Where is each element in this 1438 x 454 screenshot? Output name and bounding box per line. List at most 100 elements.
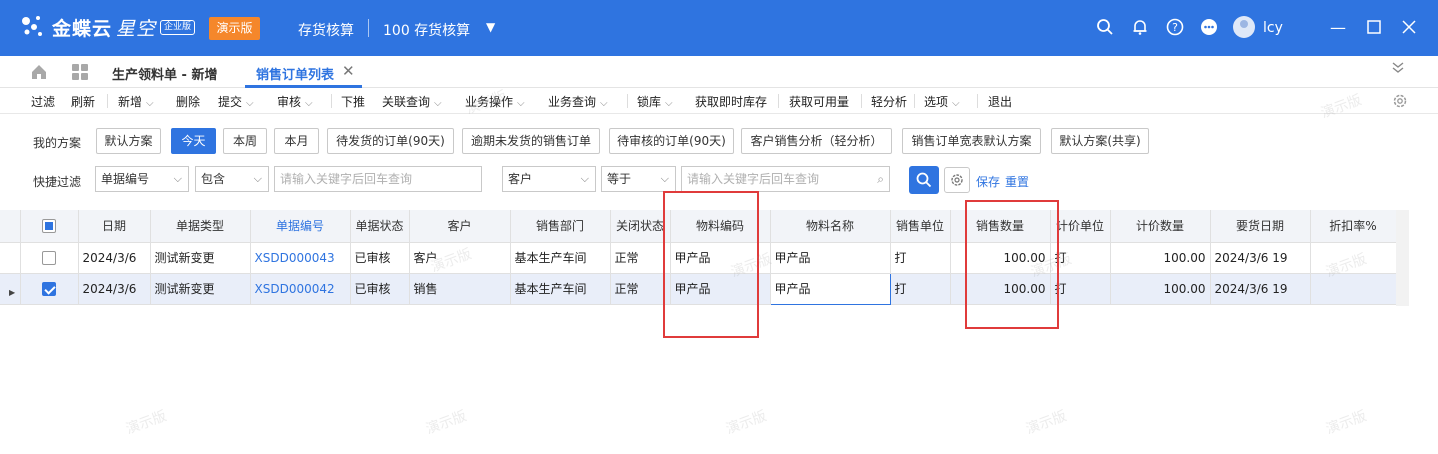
- cell-customer: 销售: [409, 273, 511, 305]
- cell-discount: [1310, 273, 1397, 305]
- col-price-unit[interactable]: 计价单位: [1050, 210, 1111, 243]
- svg-text:?: ?: [1172, 21, 1178, 34]
- col-close-status[interactable]: 关闭状态: [610, 210, 671, 243]
- light-analysis-button[interactable]: 轻分析: [871, 93, 907, 110]
- row-select-cell[interactable]: [20, 273, 79, 305]
- edition-badge: 企业版: [160, 20, 196, 35]
- cell-price-qty: 100.00: [1110, 273, 1211, 305]
- tab-close-icon[interactable]: ✕: [342, 62, 355, 80]
- lock-stock-button[interactable]: 锁库 ⌵: [637, 93, 673, 110]
- filter-field2-select[interactable]: 客户 ⌵: [502, 166, 596, 192]
- app-grid-icon[interactable]: [71, 63, 89, 81]
- collapse-icon[interactable]: [1390, 60, 1406, 80]
- scheme-wide-table[interactable]: 销售订单宽表默认方案: [902, 128, 1041, 154]
- toolbar-divider: [914, 94, 915, 108]
- vertical-scrollbar[interactable]: [1396, 210, 1409, 306]
- cell-date: 2024/3/6: [78, 242, 151, 274]
- tab-material-requisition[interactable]: 生产领料单 - 新增: [112, 64, 217, 83]
- scheme-overdue-orders[interactable]: 逾期未发货的销售订单: [462, 128, 600, 154]
- demo-badge[interactable]: 演示版: [209, 17, 260, 40]
- col-doc-type[interactable]: 单据类型: [150, 210, 251, 243]
- cell-doc-no-link[interactable]: XSDD000043: [250, 242, 351, 274]
- more-icon[interactable]: [1199, 17, 1219, 37]
- available-qty-button[interactable]: 获取可用量: [789, 93, 849, 110]
- reset-link[interactable]: 重置: [1005, 173, 1029, 190]
- minimize-icon[interactable]: —: [1327, 16, 1349, 38]
- cell-close-status: 正常: [610, 242, 671, 274]
- col-sales-unit[interactable]: 销售单位: [890, 210, 951, 243]
- business-query-button[interactable]: 业务查询 ⌵: [548, 93, 608, 110]
- kingdee-logo-icon: [22, 16, 42, 36]
- search-icon: [916, 172, 932, 188]
- options-button[interactable]: 选项 ⌵: [924, 93, 960, 110]
- scheme-default[interactable]: 默认方案: [96, 128, 161, 154]
- filter-field-select[interactable]: 单据编号 ⌵: [95, 166, 189, 192]
- col-sales-dept[interactable]: 销售部门: [510, 210, 611, 243]
- submit-button[interactable]: 提交 ⌵: [218, 93, 254, 110]
- row-indicator: [0, 242, 21, 274]
- scheme-label: 我的方案: [33, 136, 82, 150]
- refresh-button[interactable]: 刷新: [71, 93, 95, 110]
- toolbar-divider: [331, 94, 332, 108]
- related-query-button[interactable]: 关联查询 ⌵: [382, 93, 442, 110]
- search-icon[interactable]: ⌕: [877, 167, 884, 191]
- filter-operator2-select[interactable]: 等于 ⌵: [601, 166, 676, 192]
- row-checkbox[interactable]: [42, 250, 56, 265]
- business-ops-button[interactable]: 业务操作 ⌵: [465, 93, 525, 110]
- filter-keyword-input[interactable]: 请输入关键字后回车查询: [274, 166, 482, 192]
- caret-down-icon[interactable]: ▼: [486, 20, 495, 34]
- scheme-pending-shipment[interactable]: 待发货的订单(90天): [327, 128, 454, 154]
- col-discount[interactable]: 折扣率%: [1310, 210, 1397, 243]
- scheme-pending-audit[interactable]: 待审核的订单(90天): [609, 128, 734, 154]
- cell-doc-no-link[interactable]: XSDD000042: [250, 273, 351, 305]
- brand-name: 金蝶云 星空: [52, 18, 157, 40]
- tab-sales-order-list[interactable]: 销售订单列表: [256, 64, 334, 83]
- instant-stock-button[interactable]: 获取即时库存: [695, 93, 767, 110]
- search-button[interactable]: [909, 166, 939, 194]
- new-button[interactable]: 新增 ⌵: [118, 93, 154, 110]
- row-select-cell[interactable]: [20, 242, 79, 274]
- filter-settings-button[interactable]: [944, 167, 970, 193]
- cell-material-name-editing[interactable]: 甲产品: [769, 272, 891, 305]
- push-down-button[interactable]: 下推: [341, 93, 365, 110]
- bell-icon[interactable]: [1130, 17, 1150, 37]
- col-material-name[interactable]: 物料名称: [770, 210, 891, 243]
- col-date[interactable]: 日期: [78, 210, 151, 243]
- filter-operator-select[interactable]: 包含 ⌵: [195, 166, 269, 192]
- search-icon[interactable]: [1095, 17, 1115, 37]
- maximize-icon[interactable]: [1363, 16, 1385, 38]
- col-price-qty[interactable]: 计价数量: [1110, 210, 1211, 243]
- filter-keyword2-input[interactable]: 请输入关键字后回车查询 ⌕: [681, 166, 890, 192]
- close-icon[interactable]: [1398, 16, 1420, 38]
- toolbar-divider: [107, 94, 108, 108]
- audit-button[interactable]: 审核 ⌵: [277, 93, 313, 110]
- scheme-this-week[interactable]: 本周: [223, 128, 267, 154]
- row-checkbox[interactable]: [42, 281, 56, 296]
- home-icon[interactable]: [30, 63, 48, 81]
- col-req-date[interactable]: 要货日期: [1210, 210, 1311, 243]
- user-name[interactable]: lcy: [1263, 20, 1283, 36]
- select-all-checkbox[interactable]: [42, 219, 56, 233]
- cell-req-date: 2024/3/6 19: [1210, 242, 1311, 274]
- col-customer[interactable]: 客户: [409, 210, 511, 243]
- delete-button[interactable]: 删除: [176, 93, 200, 110]
- scheme-default-shared[interactable]: 默认方案(共享): [1051, 128, 1149, 154]
- current-row-marker-icon: ▶: [9, 288, 16, 297]
- col-doc-no[interactable]: 单据编号: [250, 210, 351, 243]
- col-doc-status[interactable]: 单据状态: [350, 210, 410, 243]
- exit-button[interactable]: 退出: [988, 93, 1012, 110]
- scheme-today[interactable]: 今天: [171, 128, 216, 154]
- help-icon[interactable]: ?: [1165, 17, 1185, 37]
- filter-button[interactable]: 过滤: [31, 93, 55, 110]
- save-link[interactable]: 保存: [976, 173, 1000, 190]
- select-all-cell[interactable]: [20, 210, 79, 243]
- avatar[interactable]: [1233, 16, 1255, 38]
- row-indicator-header: [0, 210, 21, 243]
- cell-doc-status: 已审核: [350, 273, 410, 305]
- scheme-this-month[interactable]: 本月: [274, 128, 319, 154]
- gear-icon[interactable]: [1391, 92, 1409, 110]
- cell-sales-dept: 基本生产车间: [510, 242, 611, 274]
- scheme-customer-analysis[interactable]: 客户销售分析（轻分析）: [741, 128, 892, 154]
- context-module[interactable]: 存货核算: [298, 20, 354, 40]
- context-org[interactable]: 100 存货核算: [383, 20, 470, 40]
